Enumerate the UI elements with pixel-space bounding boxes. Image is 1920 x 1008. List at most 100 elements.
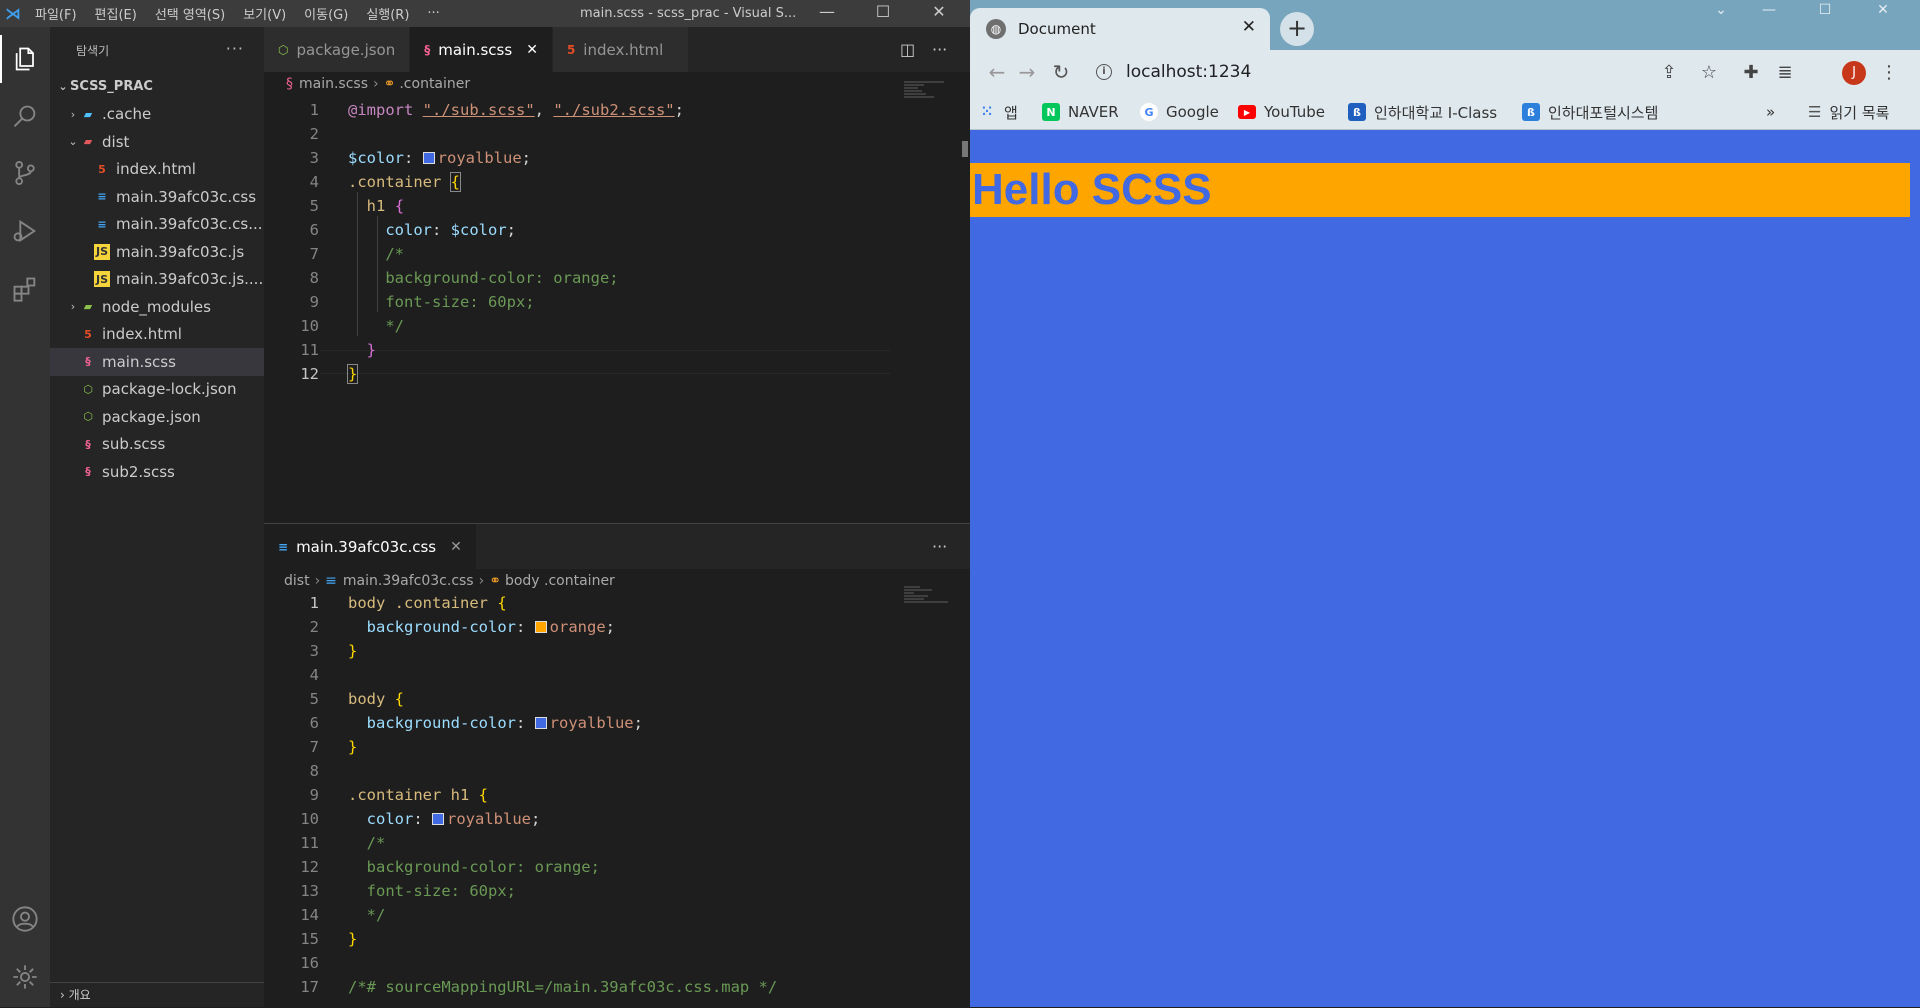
tree-item-cache[interactable]: › ▰ .cache	[50, 101, 264, 129]
close-window-icon[interactable]: ✕	[916, 0, 962, 27]
share-icon[interactable]: ⇪	[1658, 62, 1680, 84]
forward-icon[interactable]: →	[1014, 60, 1040, 84]
profile-avatar[interactable]: J	[1842, 61, 1866, 85]
editor-more-icon[interactable]: ···	[932, 27, 947, 72]
html-file-icon: 5	[84, 327, 92, 341]
bookmark-star-icon[interactable]: ☆	[1698, 62, 1720, 84]
tree-item-main-css-map[interactable]: ≡ main.39afc03c.cs...	[50, 211, 264, 239]
close-icon[interactable]: ✕	[526, 42, 538, 58]
extensions-puzzle-icon[interactable]: ✚	[1740, 62, 1762, 84]
bookmarks-overflow[interactable]: »	[1766, 102, 1775, 122]
menu-edit[interactable]: 편집(E)	[86, 4, 146, 23]
editor-more-icon[interactable]: ···	[932, 524, 947, 569]
extensions-icon[interactable]	[0, 265, 50, 313]
tree-item-index-html[interactable]: 5 index.html	[50, 321, 264, 349]
kebab-menu-icon[interactable]: ⋮	[1878, 62, 1900, 84]
settings-gear-icon[interactable]	[0, 953, 50, 1001]
menu-more[interactable]: ···	[418, 6, 448, 21]
run-debug-icon[interactable]	[0, 207, 50, 255]
token: */	[385, 317, 404, 335]
close-tab-icon[interactable]: ✕	[1242, 17, 1256, 37]
search-icon[interactable]	[0, 93, 50, 141]
css-code-area[interactable]: 1 2 3 4 5 6 7 8 9 10 11 12 13 14 15 16 17 body .containe…	[264, 586, 970, 1008]
tree-item-sub-scss[interactable]: § sub.scss	[50, 431, 264, 459]
bookmark-apps[interactable]: ⁙ 앱	[978, 102, 1018, 122]
color-swatch-orange[interactable]	[534, 621, 547, 633]
split-editor-icon[interactable]: ◫	[900, 27, 915, 72]
tab-package-json[interactable]: ⬡ package.json	[264, 27, 411, 72]
scrollbar-thumb[interactable]	[962, 141, 968, 157]
line-number: 11	[300, 834, 319, 852]
tab-main-css[interactable]: ≡ main.39afc03c.css ✕	[264, 524, 477, 569]
code-line-15: }	[348, 930, 358, 948]
reload-icon[interactable]: ↻	[1048, 60, 1074, 84]
code-line-6: background-color: royalblue;	[366, 714, 643, 732]
tree-item-main-css[interactable]: ≡ main.39afc03c.css	[50, 183, 264, 211]
bookmark-naver[interactable]: N NAVER	[1042, 102, 1119, 122]
breadcrumb-file[interactable]: main.scss	[299, 76, 368, 92]
maximize-icon[interactable]: ☐	[1802, 0, 1848, 20]
color-swatch-royalblue[interactable]	[432, 813, 445, 825]
scss-code-area[interactable]: 1 2 3 4 5 6 7 8 9 10 11 12 @import "./sub.scss", ".…	[264, 81, 970, 496]
bookmark-youtube[interactable]: ▶ YouTube	[1238, 102, 1325, 122]
token: .container h1	[348, 786, 470, 804]
tab-search-icon[interactable]: ⌄	[1698, 0, 1744, 20]
folder-root[interactable]: ⌄ SCSS_PRAC	[50, 73, 264, 101]
color-swatch-royalblue[interactable]	[534, 717, 547, 729]
reading-list[interactable]: ☰ 읽기 목록	[1808, 102, 1889, 122]
bookmark-portal[interactable]: ß 인하대포털시스템	[1522, 102, 1658, 122]
source-control-icon[interactable]	[0, 149, 50, 197]
code-line-12: background-color: orange;	[348, 855, 600, 879]
menu-go[interactable]: 이동(G)	[295, 4, 357, 23]
tree-item-main-js-map[interactable]: JS main.39afc03c.js....	[50, 266, 264, 294]
bookmark-iclass[interactable]: ß 인하대학교 I-Class	[1348, 102, 1497, 122]
tree-item-package-json[interactable]: ⬡ package.json	[50, 403, 264, 431]
tree-item-package-lock[interactable]: ⬡ package-lock.json	[50, 376, 264, 404]
line-number: 13	[300, 882, 319, 900]
minimize-icon[interactable]: —	[1746, 0, 1792, 20]
json-file-icon: ⬡	[83, 382, 93, 396]
explorer-more-icon[interactable]: ···	[226, 39, 244, 58]
bookmarks-bar: ⁙ 앱 N NAVER G Google ▶ YouTube ß 인하대학교 I…	[970, 94, 1920, 130]
accounts-icon[interactable]	[0, 895, 50, 943]
minimap[interactable]	[904, 585, 954, 604]
new-tab-button[interactable]: +	[1280, 12, 1314, 46]
maximize-icon[interactable]: ☐	[860, 0, 906, 27]
menu-view[interactable]: 보기(V)	[234, 4, 295, 23]
bookmark-google[interactable]: G Google	[1140, 102, 1219, 122]
tree-item-dist[interactable]: ⌄ ▰ dist	[50, 128, 264, 156]
breadcrumb-symbol[interactable]: body .container	[505, 573, 615, 589]
outline-section[interactable]: › 개요	[50, 982, 264, 1007]
tree-item-main-scss[interactable]: § main.scss	[50, 348, 264, 376]
line-number: 4	[309, 666, 319, 684]
site-info-icon[interactable]: i	[1096, 64, 1112, 80]
tab-main-scss[interactable]: § main.scss ✕	[410, 27, 553, 72]
code-line-5: h1 {	[366, 197, 405, 215]
color-swatch-royalblue[interactable]	[422, 152, 435, 164]
browser-tab-strip: ◍ Document ✕ + ⌄ — ☐ ✕	[970, 0, 1920, 50]
tree-item-sub2-scss[interactable]: § sub2.scss	[50, 458, 264, 486]
menu-run[interactable]: 실행(R)	[357, 4, 418, 23]
code-line-3: $color: royalblue;	[348, 149, 532, 167]
media-queue-icon[interactable]: ≣	[1774, 62, 1796, 84]
line-number: 12	[300, 858, 319, 876]
browser-tab-document[interactable]: ◍ Document ✕	[970, 8, 1270, 50]
close-icon[interactable]: ✕	[450, 539, 462, 555]
back-icon[interactable]: ←	[984, 60, 1010, 84]
tree-item-dist-index-html[interactable]: 5 index.html	[50, 156, 264, 184]
breadcrumb-folder[interactable]: dist	[284, 573, 310, 589]
explorer-icon[interactable]	[0, 35, 50, 83]
breadcrumb-file[interactable]: main.39afc03c.css	[343, 573, 474, 589]
menu-file[interactable]: 파일(F)	[26, 4, 86, 23]
line-number: 14	[300, 906, 319, 924]
tab-index-html[interactable]: 5 index.html	[552, 27, 689, 72]
minimize-icon[interactable]: —	[804, 0, 850, 27]
tab-label: index.html	[583, 40, 664, 59]
tree-item-node-modules[interactable]: › ▰ node_modules	[50, 293, 264, 321]
tree-item-main-js[interactable]: JS main.39afc03c.js	[50, 238, 264, 266]
line-number: 15	[300, 930, 319, 948]
menu-selection[interactable]: 선택 영역(S)	[146, 4, 234, 23]
close-window-icon[interactable]: ✕	[1860, 0, 1906, 20]
minimap[interactable]	[904, 80, 954, 99]
breadcrumb-symbol[interactable]: .container	[399, 76, 470, 92]
